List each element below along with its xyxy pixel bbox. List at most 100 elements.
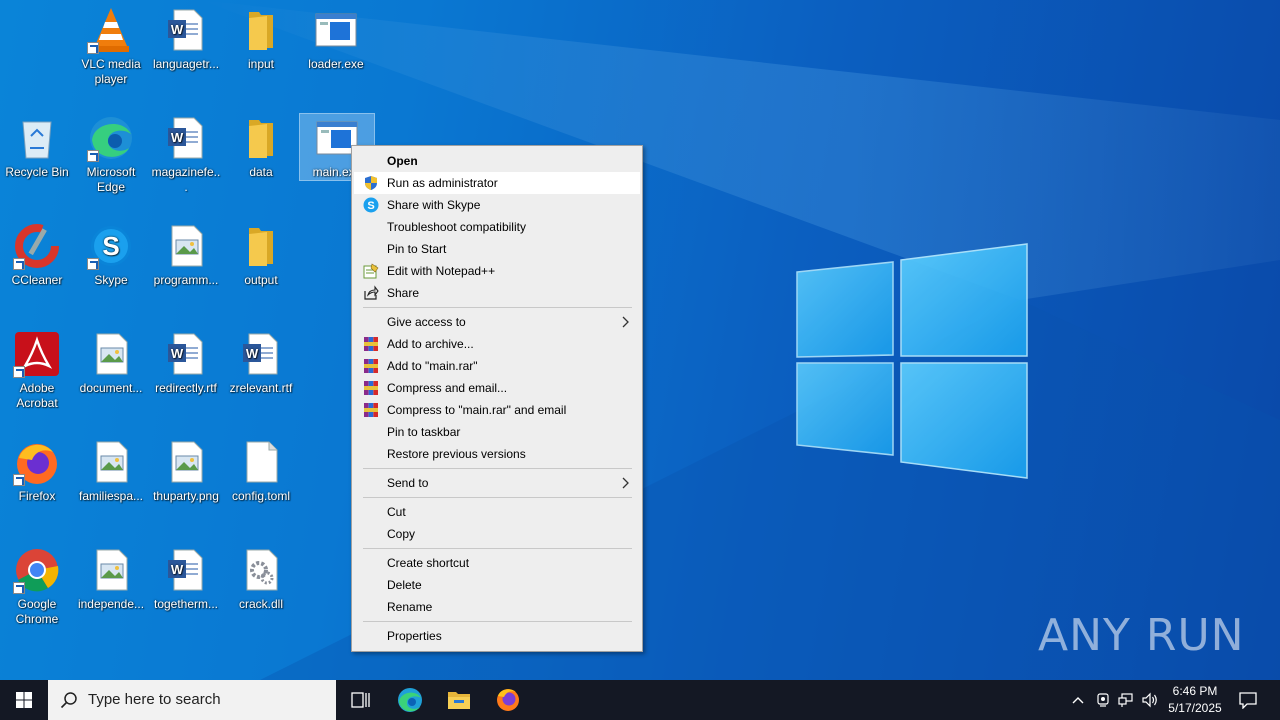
desktop-icon-google-chrome[interactable]: Google Chrome	[0, 546, 74, 627]
menu-item-rename[interactable]: Rename	[354, 596, 640, 618]
menu-item-label: Give access to	[387, 315, 466, 329]
shortcut-arrow-icon	[87, 150, 99, 162]
desktop-icon-familiespa[interactable]: familiespa...	[74, 438, 148, 504]
desktop-icon-crack-dll[interactable]: crack.dll	[224, 546, 298, 612]
menu-item-troubleshoot-compatibility[interactable]: Troubleshoot compatibility	[354, 216, 640, 238]
firefox-icon	[13, 438, 61, 486]
menu-item-label: Troubleshoot compatibility	[387, 220, 526, 234]
svg-text:W: W	[246, 346, 259, 361]
taskbar: Type here to search 6:46 PM 5/17/2025	[0, 680, 1280, 720]
shortcut-arrow-icon	[87, 258, 99, 270]
desktop-icon-input[interactable]: input	[224, 6, 298, 72]
shortcut-arrow-icon	[13, 366, 25, 378]
desktop-icon-zrelevant-rtf[interactable]: Wzrelevant.rtf	[224, 330, 298, 396]
menu-item-share-with-skype[interactable]: S Share with Skype	[354, 194, 640, 216]
desktop-icon-vlc-media-player[interactable]: VLC media player	[74, 6, 148, 87]
menu-item-pin-to-start[interactable]: Pin to Start	[354, 238, 640, 260]
desktop-icon-togetherm[interactable]: Wtogetherm...	[149, 546, 223, 612]
desktop-icon-document[interactable]: document...	[74, 330, 148, 396]
context-menu: Open Run as administrator S Share with Skyp…	[351, 145, 643, 652]
desktop-icon-languagetr[interactable]: Wlanguagetr...	[149, 6, 223, 72]
svg-text:S: S	[102, 231, 119, 261]
word-icon: W	[162, 6, 210, 54]
desktop-icon-label: Recycle Bin	[5, 165, 69, 179]
menu-item-pin-to-taskbar[interactable]: Pin to taskbar	[354, 421, 640, 443]
menu-item-delete[interactable]: Delete	[354, 574, 640, 596]
start-button[interactable]	[0, 680, 48, 720]
desktop-icon-programm[interactable]: programm...	[149, 222, 223, 288]
menu-item-label: Compress and email...	[387, 381, 508, 395]
menu-item-give-access-to[interactable]: Give access to	[354, 311, 640, 333]
taskbar-firefox-button[interactable]	[484, 680, 532, 720]
menu-item-label: Add to "main.rar"	[387, 359, 478, 373]
menu-item-compress-to-main-rar-and-email[interactable]: Compress to "main.rar" and email	[354, 399, 640, 421]
action-center-notification-icon[interactable]	[1238, 691, 1258, 709]
menu-item-open[interactable]: Open	[354, 150, 640, 172]
desktop-icon-label: output	[244, 273, 278, 287]
menu-item-add-to-main-rar[interactable]: Add to "main.rar"	[354, 355, 640, 377]
svg-text:W: W	[171, 22, 184, 37]
shortcut-arrow-icon	[13, 258, 25, 270]
menu-item-cut[interactable]: Cut	[354, 501, 640, 523]
desktop-icon-loader-exe[interactable]: loader.exe	[299, 6, 373, 72]
edge-icon	[87, 114, 135, 162]
taskbar-edge-button[interactable]	[386, 680, 434, 720]
desktop-icon-data[interactable]: data	[224, 114, 298, 180]
svg-text:S: S	[367, 200, 374, 212]
desktop-icon-output[interactable]: output	[224, 222, 298, 288]
desktop-icon-label: programm...	[153, 273, 219, 287]
desktop-icon-skype[interactable]: S Skype	[74, 222, 148, 288]
menu-item-copy[interactable]: Copy	[354, 523, 640, 545]
task-view-button[interactable]	[336, 680, 384, 720]
desktop-icon-thuparty-png[interactable]: thuparty.png	[149, 438, 223, 504]
winrar-icon	[363, 402, 379, 418]
volume-icon[interactable]	[1141, 692, 1159, 708]
desktop-icon-redirectly-rtf[interactable]: Wredirectly.rtf	[149, 330, 223, 396]
menu-item-run-as-administrator[interactable]: Run as administrator	[354, 172, 640, 194]
menu-item-share[interactable]: Share	[354, 282, 640, 304]
desktop-icon-label: Google Chrome	[15, 597, 59, 626]
menu-item-label: Share with Skype	[387, 198, 481, 212]
desktop-icon-magazinefe[interactable]: Wmagazinefe...	[149, 114, 223, 195]
desktop-icon-label: document...	[79, 381, 143, 395]
image-icon	[87, 546, 135, 594]
chrome-icon	[13, 546, 61, 594]
file-explorer-icon	[448, 692, 470, 709]
winrar-icon	[363, 380, 379, 396]
desktop-icon-microsoft-edge[interactable]: Microsoft Edge	[74, 114, 148, 195]
network-icon[interactable]	[1118, 692, 1134, 708]
desktop-icon-firefox[interactable]: Firefox	[0, 438, 74, 504]
desktop-icon-label: Microsoft Edge	[86, 165, 136, 194]
desktop-icon-recycle-bin[interactable]: Recycle Bin	[0, 114, 74, 180]
desktop-icon-adobe-acrobat[interactable]: Adobe Acrobat	[0, 330, 74, 411]
svg-text:W: W	[171, 346, 184, 361]
desktop-icon-ccleaner[interactable]: CCleaner	[0, 222, 74, 288]
menu-item-label: Copy	[387, 527, 416, 541]
desktop-icon-label: familiespa...	[78, 489, 144, 503]
word-icon: W	[162, 330, 210, 378]
menu-item-create-shortcut[interactable]: Create shortcut	[354, 552, 640, 574]
desktop-icon-config-toml[interactable]: config.toml	[224, 438, 298, 504]
folder-icon	[237, 222, 285, 270]
menu-item-restore-previous-versions[interactable]: Restore previous versions	[354, 443, 640, 465]
taskbar-file-explorer-button[interactable]	[435, 680, 483, 720]
acrobat-icon	[13, 330, 61, 378]
desktop-icon-independe[interactable]: independe...	[74, 546, 148, 612]
menu-item-properties[interactable]: Properties	[354, 625, 640, 647]
svg-text:W: W	[171, 130, 184, 145]
desktop-icon-label: thuparty.png	[153, 489, 219, 503]
shield-icon	[363, 175, 379, 191]
taskbar-search-box[interactable]: Type here to search	[48, 680, 336, 720]
taskbar-clock[interactable]: 6:46 PM 5/17/2025	[1160, 683, 1230, 717]
winrar-icon	[363, 358, 379, 374]
desktop-icon-label: togetherm...	[153, 597, 219, 611]
task-view-icon	[351, 692, 370, 708]
menu-item-compress-and-email[interactable]: Compress and email...	[354, 377, 640, 399]
menu-item-send-to[interactable]: Send to	[354, 472, 640, 494]
menu-item-label: Open	[387, 154, 418, 168]
menu-item-add-to-archive[interactable]: Add to archive...	[354, 333, 640, 355]
desktop-icon-label: Firefox	[18, 489, 56, 503]
show-hidden-icons-chevron-up-icon[interactable]	[1071, 693, 1085, 707]
meet-now-icon[interactable]	[1095, 692, 1111, 708]
menu-item-edit-with-notepad[interactable]: Edit with Notepad++	[354, 260, 640, 282]
